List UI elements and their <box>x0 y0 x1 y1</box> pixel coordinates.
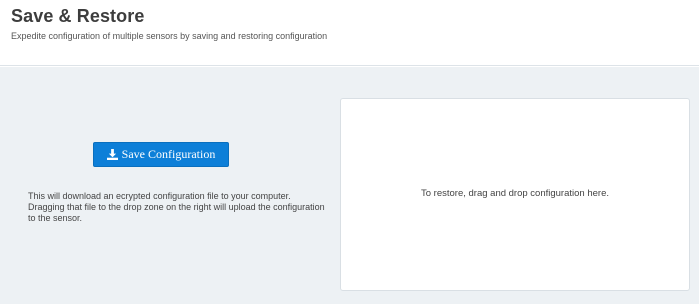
save-restore-panel: Save Configuration This will download an… <box>0 67 699 304</box>
drop-zone-text: To restore, drag and drop configuration … <box>420 188 609 199</box>
page-header: Save & Restore Expedite configuration of… <box>0 0 699 66</box>
save-configuration-button[interactable]: Save Configuration <box>93 142 229 167</box>
page-subtitle: Expedite configuration of multiple senso… <box>11 31 328 41</box>
download-icon <box>106 149 118 160</box>
page-title: Save & Restore <box>11 6 145 26</box>
restore-drop-zone[interactable]: To restore, drag and drop configuration … <box>340 98 690 291</box>
save-description: This will download an ecrypted configura… <box>28 191 325 223</box>
save-button-label: Save Configuration <box>121 147 216 161</box>
